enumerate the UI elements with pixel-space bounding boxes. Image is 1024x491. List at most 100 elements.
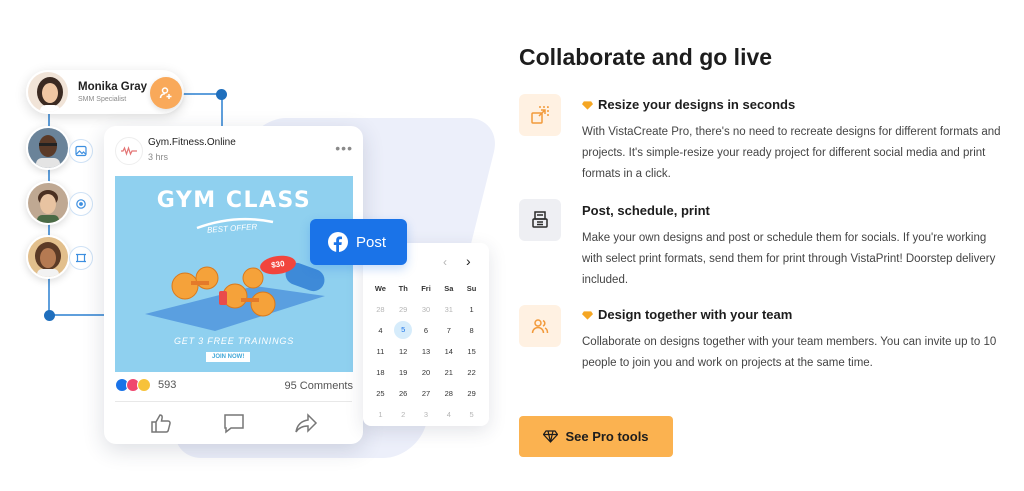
dumbbells-illustration [145,262,325,331]
calendar-day[interactable]: 13 [415,341,438,362]
share-icon[interactable] [294,412,318,434]
timeline-line [48,314,106,316]
calendar-weekday: Sa [444,284,454,293]
calendar-day[interactable]: 7 [437,320,460,341]
calendar-day-label: 21 [444,368,453,377]
calendar-day[interactable]: 18 [369,362,392,383]
calendar-day[interactable]: 5 [460,404,483,425]
join-label: JOIN NOW! [206,352,251,362]
calendar-day-label: 12 [399,347,408,356]
calendar-day[interactable]: 28 [369,299,392,320]
gym-logo-icon [115,137,143,165]
calendar-day[interactable]: 11 [369,341,392,362]
feature-title-text: Post, schedule, print [582,203,710,218]
calendar-day[interactable]: 4 [369,320,392,341]
calendar-day-label: 31 [444,305,453,314]
calendar-day[interactable]: 29 [460,383,483,404]
collaborator-avatar [26,181,70,225]
gym-title: GYM CLASS [156,188,312,213]
calendar-day[interactable]: 31 [437,299,460,320]
post-button-label: Post [356,233,387,251]
feature-description: Collaborate on designs together with you… [582,336,997,369]
facebook-post-button[interactable]: Post [310,219,407,265]
schedule-calendar: ‹ › We Th Fri Sa Su 28 29 30 31 1 4 5 6 7 8 11 12 13 14 15 1… [363,243,489,426]
calendar-day-label: 6 [423,326,429,335]
calendar-day[interactable]: 29 [392,299,415,320]
wow-reaction-icon [137,378,151,392]
calendar-day[interactable]: 22 [460,362,483,383]
calendar-day[interactable]: 1 [369,404,392,425]
add-user-icon [150,77,182,109]
comments-count[interactable]: 95 Comments [285,380,353,392]
feature-title: Post, schedule, print [582,203,710,218]
reactions: 593 [115,378,176,392]
feature-description: With VistaCreate Pro, there's no need to… [582,126,1001,180]
calendar-grid: We Th Fri Sa Su 28 29 30 31 1 4 5 6 7 8 11 12 13 14 15 18 19 2… [369,278,483,425]
calendar-day-label: 2 [401,410,406,419]
calendar-day-label: 5 [394,321,413,339]
calendar-day-label: 28 [376,305,385,314]
cta-label: See Pro tools [565,429,649,444]
like-icon[interactable] [149,412,173,434]
calendar-day[interactable]: 28 [437,383,460,404]
more-icon[interactable]: ••• [335,140,353,156]
calendar-day-label: 14 [444,347,453,356]
calendar-day-label: 7 [446,326,451,335]
calendar-day[interactable]: 6 [415,320,438,341]
calendar-day-label: 4 [446,410,451,419]
chevron-right-icon[interactable]: › [466,253,471,269]
feature-title: Design together with your team [582,307,792,322]
calendar-day-label: 1 [469,305,474,314]
calendar-day[interactable]: 1 [460,299,483,320]
calendar-day[interactable]: 26 [392,383,415,404]
chevron-left-icon[interactable]: ‹ [443,255,447,269]
post-time: 3 hrs [148,152,169,162]
see-pro-tools-button[interactable]: See Pro tools [519,416,673,457]
profile-role: SMM Specialist [78,96,127,103]
collaboration-illustration: Monika Gray SMM Specialist Gym.Fitness.O… [0,0,503,491]
calendar-day[interactable]: 25 [369,383,392,404]
calendar-day[interactable]: 5 [392,320,415,341]
calendar-day[interactable]: 8 [460,320,483,341]
calendar-day[interactable]: 12 [392,341,415,362]
calendar-day-label: 3 [423,410,429,419]
frame-icon [69,246,93,270]
calendar-day[interactable]: 2 [392,404,415,425]
calendar-day-label: 27 [421,389,431,398]
calendar-weekday: Th [398,284,408,293]
calendar-day-label: 29 [399,305,408,314]
calendar-day[interactable]: 30 [415,299,438,320]
calendar-day[interactable]: 3 [415,404,438,425]
calendar-day[interactable]: 27 [415,383,438,404]
calendar-day-label: 18 [376,368,385,377]
collaborator-avatar [26,235,70,279]
diamond-icon [543,430,559,443]
calendar-weekday: Su [466,284,477,293]
post-account-name: Gym.Fitness.Online [148,137,236,148]
calendar-day-label: 29 [467,389,476,398]
printer-icon [519,199,561,241]
reactions-count: 593 [158,379,177,391]
calendar-day-label: 11 [376,347,385,356]
calendar-day[interactable]: 21 [437,362,460,383]
profile-name: Monika Gray [78,81,148,93]
calendar-day-label: 13 [421,347,431,356]
calendar-day[interactable]: 20 [415,362,438,383]
calendar-day-label: 19 [399,368,408,377]
comment-icon[interactable] [222,412,246,434]
collaborator-avatar [26,126,70,170]
calendar-day-label: 4 [378,326,383,335]
calendar-day-label: 8 [469,326,474,335]
calendar-day[interactable]: 19 [392,362,415,383]
feature-title-text: Design together with your team [598,307,793,322]
social-post-card: Gym.Fitness.Online 3 hrs ••• GYM CLASS B… [104,126,363,444]
calendar-day-label: 20 [421,368,431,377]
calendar-day[interactable]: 14 [437,341,460,362]
calendar-day[interactable]: 15 [460,341,483,362]
divider [115,401,352,402]
timeline-dot [44,310,55,321]
pro-gem-icon [582,310,593,320]
calendar-day[interactable]: 4 [437,404,460,425]
resize-icon [519,94,561,136]
image-icon [69,139,93,163]
